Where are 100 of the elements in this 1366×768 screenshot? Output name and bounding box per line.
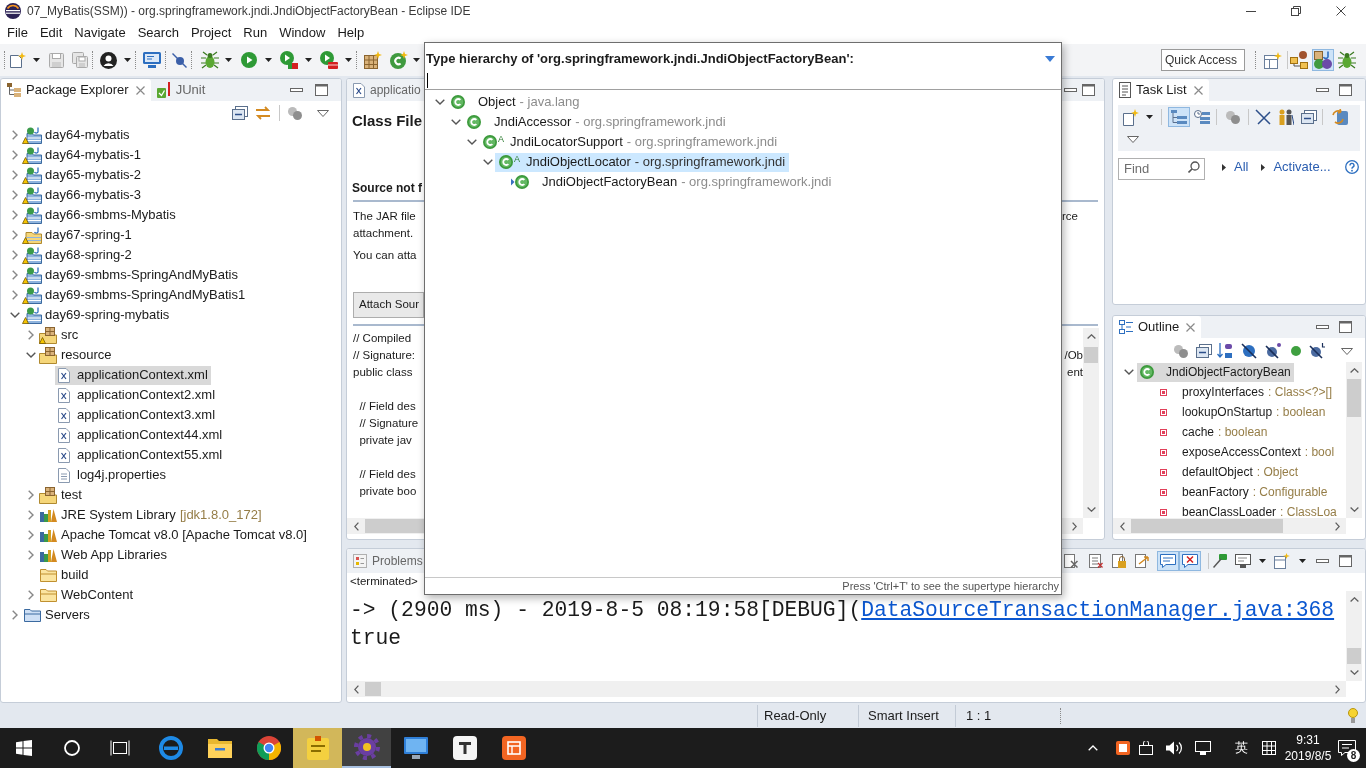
clock-time[interactable]: 9:31 [1296, 732, 1320, 748]
tab[interactable]: Problems [347, 549, 429, 573]
collapse-all-icon[interactable] [1301, 110, 1317, 124]
tree-item[interactable]: day64-mybatis-1 [23, 145, 145, 165]
vertical-scrollbar[interactable] [1346, 591, 1362, 681]
cross-icon[interactable] [1255, 109, 1271, 125]
overlapping-circles-icon[interactable] [288, 106, 302, 120]
chevron-right-icon[interactable] [1335, 684, 1340, 694]
chevron-right-icon[interactable] [12, 130, 18, 140]
chevron-right-icon[interactable] [28, 530, 34, 540]
caret-icon[interactable] [124, 58, 131, 62]
tree-item[interactable]: Web App Libraries [39, 545, 170, 565]
caret-icon[interactable] [33, 58, 40, 62]
attach-source-button[interactable]: Attach Sour [353, 292, 424, 318]
scrollbar-thumb[interactable] [1347, 379, 1361, 417]
chevron-right-icon[interactable] [12, 250, 18, 260]
filter-link[interactable]: Activate... [1273, 157, 1331, 177]
scrollbar-thumb[interactable] [1084, 347, 1098, 363]
tab[interactable]: applicatio [347, 79, 427, 101]
caret-icon[interactable] [225, 58, 232, 62]
scrollbar-thumb[interactable] [1131, 519, 1283, 533]
bug-icon[interactable] [201, 51, 219, 69]
filter-link[interactable]: All [1234, 157, 1249, 177]
speaker-icon[interactable] [1166, 741, 1182, 755]
minimize-icon[interactable] [1064, 88, 1077, 92]
minimize-icon[interactable] [1316, 325, 1329, 329]
tree-item[interactable]: Servers [23, 605, 93, 625]
chevron-right-icon[interactable] [12, 610, 18, 620]
chevron-down-icon[interactable] [483, 159, 493, 165]
caret-icon[interactable] [1146, 115, 1153, 119]
caret-icon[interactable] [1299, 559, 1306, 563]
monitor-icon[interactable] [1195, 741, 1211, 755]
tree-item[interactable]: JndiAccessor - org.springframework.jndi [463, 112, 730, 132]
chevron-right-icon[interactable] [1072, 521, 1077, 531]
tree-item[interactable]: day69-smbms-SpringAndMyBatis1 [23, 285, 249, 305]
chevron-right-icon[interactable] [1335, 521, 1340, 531]
tree-item[interactable]: Object - java.lang [447, 92, 584, 112]
chevron-right-icon[interactable] [28, 510, 34, 520]
caret-icon[interactable] [413, 58, 420, 62]
search-icon[interactable] [1188, 161, 1200, 173]
chevron-right-icon[interactable] [28, 330, 34, 340]
perspective-button[interactable] [1312, 49, 1334, 71]
play-toolbox-icon[interactable] [320, 51, 338, 69]
page-arrow-icon[interactable] [1135, 554, 1149, 568]
slashed-circle-icon[interactable] [1265, 343, 1281, 359]
minimize-icon[interactable] [1316, 559, 1329, 563]
menu-item[interactable]: Run [237, 23, 274, 43]
chevron-left-icon[interactable] [1120, 521, 1125, 531]
tree-item[interactable]: test [39, 485, 85, 505]
tree-item[interactable]: applicationContext44.xml [55, 425, 226, 445]
document-cross-icon[interactable] [1089, 554, 1103, 568]
tree-item[interactable]: exposeAccessContext : bool [1153, 442, 1338, 462]
view-menu-icon[interactable] [1127, 135, 1139, 143]
clock-date[interactable]: 2019/8/5 [1284, 748, 1332, 764]
slashed-circle-icon[interactable] [1241, 343, 1257, 359]
ring-icon[interactable] [63, 740, 80, 756]
tab[interactable]: Task List [1113, 79, 1209, 101]
two-arrows-icon[interactable] [255, 106, 271, 120]
input-method-indicator[interactable]: 英 [1229, 738, 1253, 758]
tab[interactable]: JUnit [150, 79, 212, 101]
maximize-icon[interactable] [1339, 555, 1352, 567]
view-toggle-button[interactable] [1191, 107, 1213, 127]
tree-item[interactable]: day69-spring-mybatis [23, 305, 173, 325]
square-tile-icon[interactable] [1116, 741, 1130, 755]
tree-item[interactable]: applicationContext.xml [55, 365, 211, 385]
view-menu-icon[interactable] [1341, 347, 1353, 355]
source-link[interactable]: DataSourceTransactionManager.java:368 [861, 598, 1335, 622]
tree-item[interactable]: A JndiLocatorSupport - org.springframework.jndi [479, 132, 782, 152]
tab[interactable]: Package Explorer [1, 79, 151, 101]
tree-item[interactable]: build [39, 565, 92, 585]
overlapping-circles-icon[interactable] [1174, 344, 1188, 358]
tree-item[interactable]: Apache Tomcat v8.0 [Apache Tomcat v8.0] [39, 525, 310, 545]
caret-icon[interactable] [305, 58, 312, 62]
menu-item[interactable]: Search [131, 23, 185, 43]
monitor-icon[interactable] [1235, 554, 1251, 568]
chevron-right-icon[interactable] [12, 190, 18, 200]
tree-item[interactable]: applicationContext2.xml [55, 385, 219, 405]
chevron-left-icon[interactable] [354, 521, 359, 531]
tree-item[interactable]: applicationContext55.xml [55, 445, 226, 465]
chevron-down-icon[interactable] [1349, 507, 1359, 512]
play-icon[interactable] [241, 52, 257, 68]
tree-item[interactable]: WebContent [39, 585, 137, 605]
minimize-icon[interactable] [1316, 88, 1329, 92]
tree-item[interactable]: applicationContext3.xml [55, 405, 219, 425]
chevron-right-icon[interactable] [12, 150, 18, 160]
close-icon[interactable] [1335, 6, 1346, 16]
tree-item[interactable]: src [39, 325, 82, 345]
slashed-circle-icon[interactable] [1309, 343, 1325, 359]
menu-item[interactable]: Edit [33, 23, 69, 43]
tree-item[interactable]: day66-smbms-Mybatis [23, 205, 179, 225]
overlapping-circles-icon[interactable] [1226, 110, 1240, 124]
sync-icon[interactable] [1332, 109, 1348, 125]
perspective-button[interactable] [1336, 49, 1358, 71]
minimize-icon[interactable] [1245, 10, 1256, 12]
menu-item[interactable]: Help [331, 23, 371, 43]
new-file-icon[interactable] [10, 52, 26, 68]
triangle-icon[interactable] [1261, 163, 1266, 171]
tree-item[interactable]: A JndiObjectLocator - org.springframework.jndi [495, 152, 790, 172]
play-bar-icon[interactable] [280, 51, 298, 69]
tree-item[interactable]: proxyInterfaces : Class<?>[] [1153, 382, 1336, 402]
